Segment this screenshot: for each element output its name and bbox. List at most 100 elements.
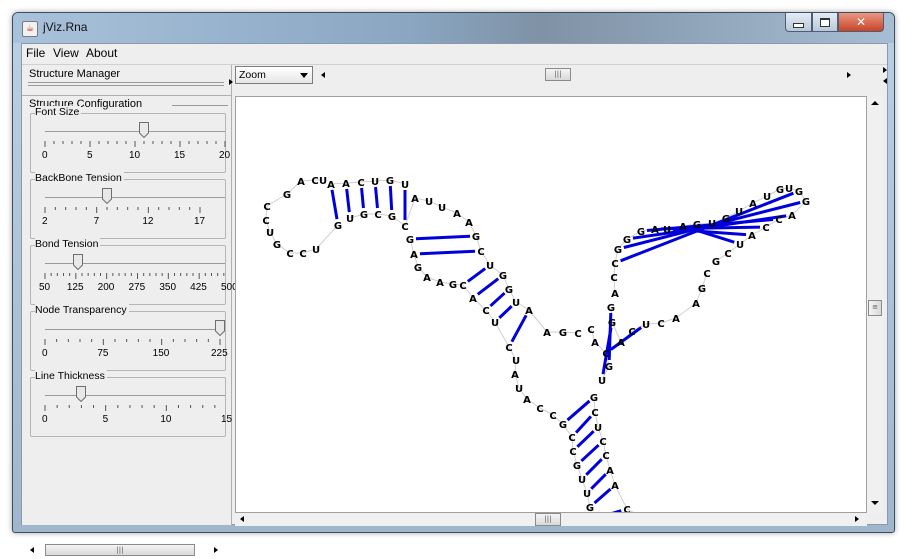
nucleotide[interactable]: A bbox=[692, 299, 700, 310]
nucleotide[interactable]: C bbox=[724, 249, 731, 260]
nucleotide[interactable]: A bbox=[672, 314, 680, 325]
nucleotide[interactable]: C bbox=[477, 247, 484, 258]
nucleotide[interactable]: A bbox=[525, 306, 533, 317]
nucleotide[interactable]: A bbox=[606, 466, 614, 477]
nucleotide[interactable]: U bbox=[735, 207, 743, 218]
nucleotide[interactable]: G bbox=[283, 190, 291, 201]
nucleotide[interactable]: G bbox=[573, 461, 581, 472]
nucleotide[interactable]: C bbox=[628, 327, 635, 338]
nucleotide[interactable]: G bbox=[693, 220, 701, 231]
nucleotide[interactable]: A bbox=[410, 250, 418, 261]
minimize-button[interactable] bbox=[785, 13, 812, 32]
nucleotide[interactable]: U bbox=[346, 214, 354, 225]
nucleotide[interactable]: A bbox=[327, 180, 335, 191]
nucleotide[interactable]: G bbox=[505, 285, 513, 296]
slider-thumb[interactable] bbox=[139, 122, 149, 139]
nucleotide[interactable]: C bbox=[775, 215, 782, 226]
nucleotide[interactable]: U bbox=[512, 356, 520, 367]
menu-view[interactable]: View bbox=[53, 46, 79, 60]
nucleotide[interactable]: C bbox=[311, 176, 318, 187]
nucleotide[interactable]: C bbox=[459, 281, 466, 292]
nucleotide[interactable]: C bbox=[536, 404, 543, 415]
arrow-left-icon[interactable] bbox=[883, 78, 887, 84]
nucleotide[interactable]: C bbox=[602, 349, 609, 360]
nucleotide[interactable]: C bbox=[657, 319, 664, 330]
nucleotide[interactable]: G bbox=[414, 263, 422, 274]
arrow-right-icon[interactable] bbox=[847, 72, 851, 78]
arrow-right-icon[interactable] bbox=[855, 516, 859, 522]
nucleotide[interactable]: C bbox=[591, 408, 598, 419]
slider-track[interactable] bbox=[45, 329, 225, 330]
nucleotide[interactable]: G bbox=[360, 210, 368, 221]
nucleotide[interactable]: C bbox=[374, 210, 381, 221]
arrow-left-icon[interactable] bbox=[30, 547, 34, 553]
slider-track[interactable] bbox=[45, 197, 225, 198]
nucleotide[interactable]: C bbox=[587, 325, 594, 336]
title-bar[interactable]: ☕ jViz.Rna ✕ bbox=[13, 13, 894, 43]
menu-file[interactable]: File bbox=[26, 46, 45, 60]
nucleotide[interactable]: C bbox=[549, 411, 556, 422]
nucleotide[interactable]: C bbox=[401, 222, 408, 233]
nucleotide[interactable]: U bbox=[512, 298, 520, 309]
nucleotide[interactable]: C bbox=[299, 249, 306, 260]
close-button[interactable]: ✕ bbox=[838, 13, 884, 32]
nucleotide[interactable]: A bbox=[423, 273, 431, 284]
nucleotide[interactable]: U bbox=[594, 423, 602, 434]
nucleotide[interactable]: G bbox=[605, 362, 613, 373]
nucleotide[interactable]: U bbox=[486, 261, 494, 272]
nucleotide[interactable]: G bbox=[776, 185, 784, 196]
nucleotide[interactable]: U bbox=[785, 184, 793, 195]
nucleotide[interactable]: C bbox=[599, 437, 606, 448]
arrow-up-icon[interactable] bbox=[871, 101, 879, 105]
nucleotide[interactable]: U bbox=[491, 318, 499, 329]
nucleotide[interactable]: A bbox=[543, 328, 551, 339]
arrow-left-icon[interactable] bbox=[240, 516, 244, 522]
slider-thumb[interactable] bbox=[72, 254, 83, 271]
scroll-thumb[interactable]: ||| bbox=[535, 513, 561, 526]
nucleotide[interactable]: C bbox=[610, 273, 617, 284]
nucleotide[interactable]: G bbox=[334, 221, 342, 232]
nucleotide[interactable]: U bbox=[319, 176, 327, 187]
slider-thumb[interactable] bbox=[215, 320, 225, 337]
top-horizontal-scrollbar[interactable]: ||| bbox=[317, 68, 857, 82]
nucleotide[interactable]: A bbox=[411, 194, 419, 205]
nucleotide[interactable]: G bbox=[499, 271, 507, 282]
arrow-right-icon[interactable] bbox=[883, 67, 887, 73]
nucleotide[interactable]: G bbox=[614, 245, 622, 256]
nucleotide[interactable]: A bbox=[453, 209, 461, 220]
nucleotide[interactable]: C bbox=[611, 259, 618, 270]
scroll-thumb[interactable]: ||| bbox=[45, 544, 195, 556]
nucleotide[interactable]: U bbox=[763, 192, 771, 203]
nucleotide[interactable]: C bbox=[703, 269, 710, 280]
nucleotide[interactable]: G bbox=[388, 212, 396, 223]
nucleotide[interactable]: A bbox=[679, 222, 687, 233]
nucleotide[interactable]: U bbox=[266, 228, 274, 239]
slider-track[interactable] bbox=[45, 131, 225, 132]
nucleotide[interactable]: U bbox=[312, 245, 320, 256]
nucleotide[interactable]: G bbox=[273, 240, 281, 251]
nucleotide[interactable]: C bbox=[505, 343, 512, 354]
nucleotide[interactable]: G bbox=[607, 303, 615, 314]
scroll-thumb[interactable]: ||| bbox=[545, 68, 571, 81]
nucleotide[interactable]: U bbox=[708, 219, 716, 230]
nucleotide[interactable]: C bbox=[574, 329, 581, 340]
nucleotide[interactable]: C bbox=[262, 216, 269, 227]
nucleotide[interactable]: A bbox=[611, 289, 619, 300]
nucleotide[interactable]: G bbox=[449, 280, 457, 291]
nucleotide[interactable]: G bbox=[472, 232, 480, 243]
nucleotide[interactable]: U bbox=[663, 225, 671, 236]
arrow-right-icon[interactable] bbox=[214, 547, 218, 553]
nucleotide[interactable]: A bbox=[469, 294, 477, 305]
nucleotide[interactable]: G bbox=[722, 214, 730, 225]
vertical-scrollbar[interactable]: ≡ bbox=[867, 96, 883, 513]
nucleotide[interactable]: C bbox=[482, 306, 489, 317]
nucleotide[interactable]: A bbox=[436, 278, 444, 289]
nucleotide[interactable]: U bbox=[642, 320, 650, 331]
nucleotide[interactable]: C bbox=[602, 451, 609, 462]
nucleotide[interactable]: C bbox=[762, 223, 769, 234]
nucleotide[interactable]: G bbox=[586, 503, 594, 512]
rna-structure-canvas[interactable]: UCAGCCUGCCUGAACUGUUGCGCAUUAAGCUGGUAAGCGA… bbox=[235, 96, 867, 513]
nucleotide[interactable]: G bbox=[623, 235, 631, 246]
menu-about[interactable]: About bbox=[86, 46, 117, 60]
nucleotide[interactable]: U bbox=[578, 475, 586, 486]
